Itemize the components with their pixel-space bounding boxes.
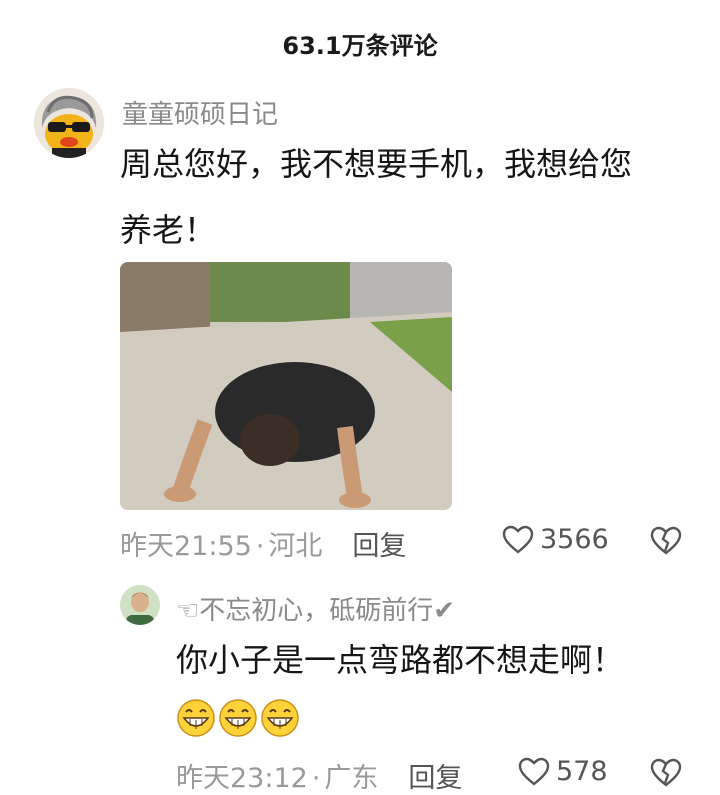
meta-separator: · [255,531,265,562]
dislike-button[interactable] [650,526,682,560]
comment-image[interactable] [120,262,452,510]
comments-count-title: 63.1万条评论 [282,32,438,60]
reply-dislike-button[interactable] [650,758,682,792]
user-avatar[interactable] [34,88,104,158]
comment-username[interactable]: 童童硕硕日记 [122,94,278,131]
comment-time: 昨天21:55 [120,531,252,562]
broken-heart-icon [650,758,682,787]
reply-text: 你小子是一点弯路都不想走啊！ [176,641,625,679]
reply-user-avatar[interactable] [120,585,160,625]
reply-username[interactable]: ☜不忘初心，砥砺前行✔ [176,590,455,627]
comment-text-line2: 养老！ [120,211,217,249]
reply-time: 昨天23:12 [176,763,308,794]
like-count: 3566 [540,524,609,555]
reply-location: 广东 [324,763,379,794]
grin-emoji-icon [261,699,299,737]
photo-person-kneeling [120,262,452,510]
grin-emoji-icon [177,699,215,737]
avatar-photo-icon [120,585,160,625]
like-button[interactable]: 3566 [502,524,609,555]
meta-separator: · [311,763,321,794]
reply-meta: 昨天23:12 · 广东 回复 [176,756,462,795]
comment-meta: 昨天21:55 · 河北 回复 [120,524,406,563]
avatar-cartoon-icon [34,88,104,158]
broken-heart-icon [650,526,682,555]
grin-emoji-icon [219,699,257,737]
reply-reply-button[interactable]: 回复 [408,756,462,795]
reply-like-count: 578 [556,756,608,787]
heart-icon [518,757,550,786]
reply-like-button[interactable]: 578 [518,756,608,787]
reply-button[interactable]: 回复 [352,524,406,563]
heart-icon [502,525,534,554]
comment-text-line1: 周总您好，我不想要手机，我想给您 [120,145,633,183]
comment-location: 河北 [268,531,323,562]
reply-emoji-row [176,698,300,738]
